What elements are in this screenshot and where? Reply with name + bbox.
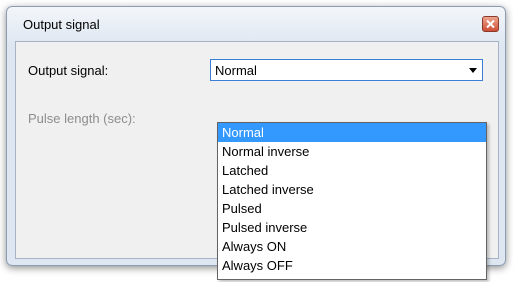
option-normal-inverse[interactable]: Normal inverse bbox=[218, 142, 486, 161]
option-always-on[interactable]: Always ON bbox=[218, 237, 486, 256]
option-pulsed[interactable]: Pulsed bbox=[218, 199, 486, 218]
output-signal-dropdown-list: Normal Normal inverse Latched Latched in… bbox=[217, 122, 487, 280]
option-normal[interactable]: Normal bbox=[218, 123, 486, 142]
option-pulsed-inverse[interactable]: Pulsed inverse bbox=[218, 218, 486, 237]
output-signal-label: Output signal: bbox=[28, 63, 109, 78]
close-icon bbox=[486, 20, 495, 28]
option-latched-inverse[interactable]: Latched inverse bbox=[218, 180, 486, 199]
output-signal-select[interactable]: Normal bbox=[210, 59, 483, 81]
title-bar[interactable]: Output signal bbox=[7, 7, 505, 41]
dialog-title: Output signal bbox=[23, 17, 100, 32]
option-always-off[interactable]: Always OFF bbox=[218, 256, 486, 275]
pulse-length-label: Pulse length (sec): bbox=[28, 111, 136, 126]
dropdown-arrow-icon[interactable] bbox=[469, 68, 477, 73]
option-latched[interactable]: Latched bbox=[218, 161, 486, 180]
output-signal-value: Normal bbox=[215, 63, 257, 78]
close-button[interactable] bbox=[482, 16, 499, 32]
